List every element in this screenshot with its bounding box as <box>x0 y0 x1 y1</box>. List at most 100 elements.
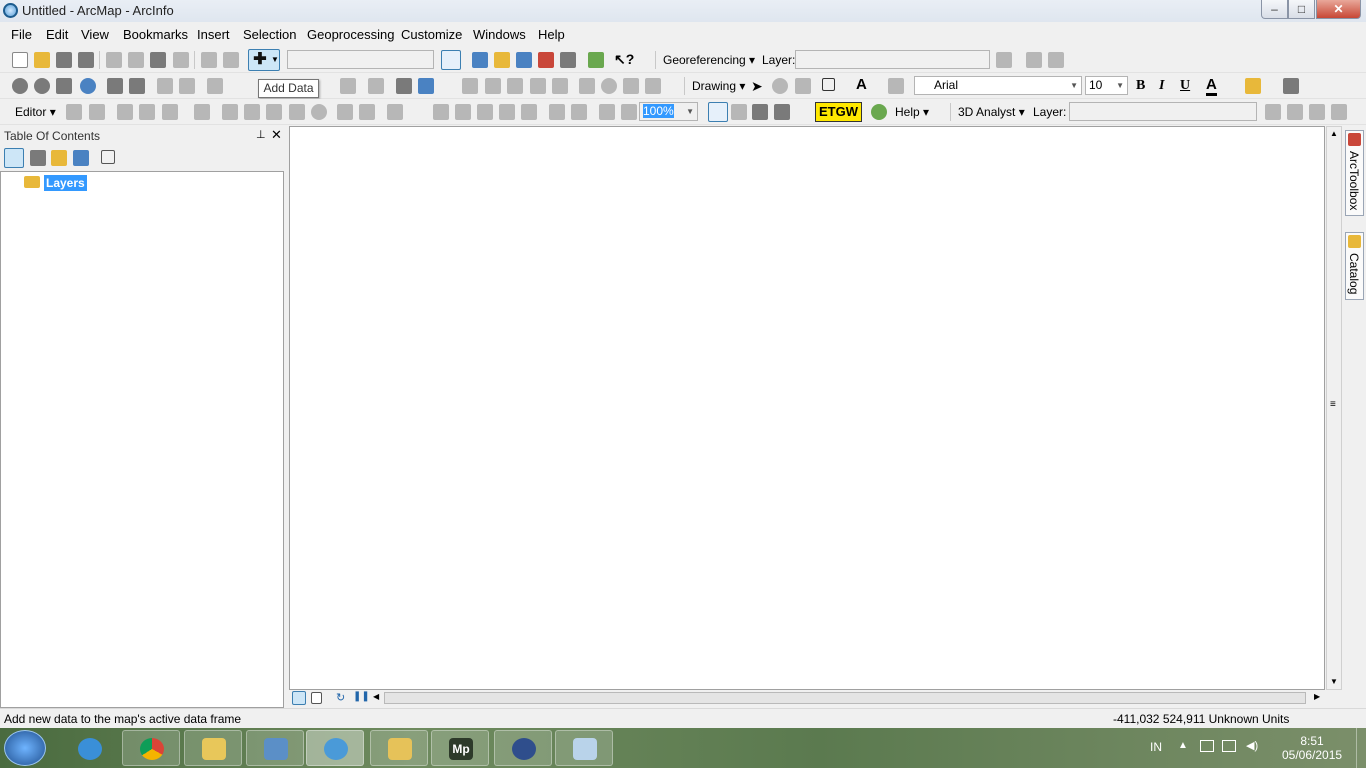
line-of-sight-icon[interactable] <box>1309 104 1325 120</box>
arctoolbox-icon[interactable] <box>538 52 554 68</box>
help-menu[interactable]: Help ▾ <box>895 105 929 119</box>
sphere-icon[interactable] <box>601 78 617 94</box>
edit-vertices-tool-icon[interactable] <box>222 104 238 120</box>
pause-drawing-icon[interactable]: ❚❚ <box>353 691 370 702</box>
interpolate-line-icon[interactable] <box>1331 104 1347 120</box>
list-by-drawing-order-icon[interactable] <box>4 148 24 168</box>
pan-hand-icon[interactable] <box>56 78 72 94</box>
layout-zoom-combo[interactable]: 100% ▼ <box>639 102 698 121</box>
new-document-icon[interactable] <box>12 52 28 68</box>
edit-vertices-icon[interactable] <box>888 78 904 94</box>
zoom-100-percent-icon[interactable] <box>521 104 537 120</box>
scroll-down-icon[interactable]: ▼ <box>1330 677 1338 686</box>
end-point-arc-icon[interactable] <box>139 104 155 120</box>
start-button[interactable] <box>4 730 46 766</box>
etgw-button[interactable]: ETGW <box>815 102 862 122</box>
vertical-scrollbar[interactable]: ▲ ≡ ▼ <box>1326 126 1342 690</box>
pin-icon[interactable]: ⊥ <box>256 128 266 141</box>
reshape-icon[interactable] <box>244 104 260 120</box>
close-button[interactable]: ✕ <box>1316 0 1361 19</box>
print-icon[interactable] <box>78 52 94 68</box>
fill-color-icon[interactable] <box>1245 78 1261 94</box>
rotate-tool-icon[interactable] <box>311 104 327 120</box>
split-tool-icon[interactable] <box>289 104 305 120</box>
trace-tool-icon[interactable] <box>162 104 178 120</box>
fixed-zoom-out-layout-icon[interactable] <box>571 104 587 120</box>
layout-pan-icon[interactable] <box>477 104 493 120</box>
menu-bookmarks[interactable]: Bookmarks <box>123 27 188 42</box>
action-center-icon[interactable] <box>1200 740 1214 752</box>
layout-view-icon[interactable] <box>311 692 322 704</box>
list-by-source-icon[interactable] <box>30 150 46 166</box>
bold-button[interactable]: B <box>1136 78 1145 94</box>
font-color-button[interactable]: A <box>1206 76 1217 96</box>
editor-toolbar-icon[interactable] <box>441 50 461 70</box>
topology-icon[interactable] <box>623 78 639 94</box>
arcmap-app-icon[interactable] <box>3 3 18 18</box>
edit-annotation-icon[interactable] <box>89 104 105 120</box>
volume-icon[interactable]: ◀) <box>1246 739 1258 752</box>
split-icon[interactable] <box>507 78 523 94</box>
taskbar-internet-explorer[interactable] <box>60 730 118 766</box>
next-extent-icon[interactable] <box>621 104 637 120</box>
delete-icon[interactable] <box>173 52 189 68</box>
layout-zoom-out-icon[interactable] <box>455 104 471 120</box>
layers-data-frame[interactable]: Layers <box>44 175 87 191</box>
scroll-left-icon[interactable]: ◀ <box>373 692 379 701</box>
undo-icon[interactable] <box>201 52 217 68</box>
georef-layer-combo[interactable] <box>795 50 990 69</box>
search-window-icon[interactable] <box>516 52 532 68</box>
scroll-right-icon[interactable]: ▶ <box>1314 692 1320 701</box>
zoom-whole-page-icon[interactable] <box>499 104 515 120</box>
table-of-contents-icon[interactable] <box>472 52 488 68</box>
python-window-icon[interactable] <box>560 52 576 68</box>
add-control-points-icon[interactable] <box>1026 52 1042 68</box>
whats-this-help-icon[interactable]: ↖? <box>614 51 634 67</box>
contour-icon[interactable] <box>1265 104 1281 120</box>
font-size-combo[interactable]: 10 ▼ <box>1085 76 1128 95</box>
line-color-icon[interactable] <box>1283 78 1299 94</box>
maximize-button[interactable]: □ <box>1288 0 1315 19</box>
georeferencing-menu[interactable]: Georeferencing ▾ <box>663 53 755 67</box>
catalog-icon[interactable] <box>494 52 510 68</box>
snap-icon[interactable] <box>530 78 546 94</box>
full-extent-globe-icon[interactable] <box>80 78 96 94</box>
select-elements-arrow-icon[interactable]: ➤ <box>751 78 767 94</box>
globe-help-icon[interactable] <box>871 104 887 120</box>
html-popup-icon[interactable] <box>340 78 356 94</box>
arctoolbox-tab[interactable]: ArcToolbox <box>1345 130 1364 216</box>
menu-insert[interactable]: Insert <box>197 27 230 42</box>
network-icon[interactable] <box>1222 740 1236 752</box>
link-table-icon[interactable] <box>1048 52 1064 68</box>
taskbar-outlook[interactable] <box>370 730 428 766</box>
edit-tool-icon[interactable] <box>66 104 82 120</box>
scroll-grip-icon[interactable]: ≡ <box>1330 399 1336 410</box>
taskbar-arcmap[interactable] <box>306 730 364 766</box>
3d-layer-combo[interactable] <box>1069 102 1257 121</box>
layout-zoom-in-icon[interactable] <box>433 104 449 120</box>
data-view-icon[interactable] <box>292 691 306 705</box>
spatial-adjust-icon[interactable] <box>579 78 595 94</box>
taskbar-chrome[interactable] <box>122 730 180 766</box>
select-features-icon[interactable] <box>207 78 223 94</box>
map-display[interactable] <box>289 126 1325 690</box>
geometric-network-icon[interactable] <box>462 78 478 94</box>
steepest-path-icon[interactable] <box>1287 104 1303 120</box>
3d-analyst-menu[interactable]: 3D Analyst ▾ <box>958 105 1025 119</box>
show-desktop-button[interactable] <box>1356 728 1366 768</box>
map-scale-combo[interactable] <box>287 50 434 69</box>
create-features-icon[interactable] <box>387 104 403 120</box>
measure-icon[interactable] <box>368 78 384 94</box>
text-tool-icon[interactable]: A <box>856 76 872 93</box>
taskbar-paint[interactable] <box>555 730 613 766</box>
trace-icon[interactable] <box>645 78 661 94</box>
scroll-up-icon[interactable]: ▲ <box>1330 129 1338 138</box>
fixed-zoom-out-icon[interactable] <box>129 78 145 94</box>
fixed-zoom-in-layout-icon[interactable] <box>549 104 565 120</box>
previous-extent-icon[interactable] <box>599 104 615 120</box>
system-clock[interactable]: 8:51 05/06/2015 <box>1282 734 1342 762</box>
cut-polygons-icon[interactable] <box>266 104 282 120</box>
list-by-selection-icon[interactable] <box>73 150 89 166</box>
taskbar-globe-app[interactable] <box>494 730 552 766</box>
redo-icon[interactable] <box>223 52 239 68</box>
